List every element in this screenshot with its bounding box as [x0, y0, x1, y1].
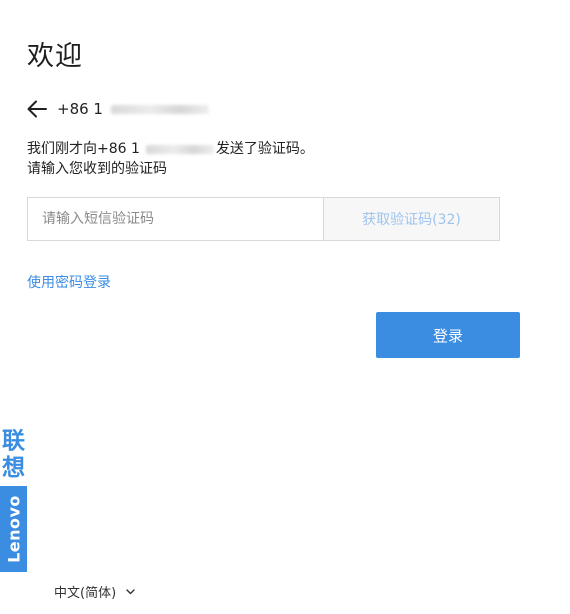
lenovo-logo: 联想 Lenovo	[0, 428, 27, 572]
message-suffix: 发送了验证码。	[215, 141, 314, 157]
message-line-2: 请输入您收到的验证码	[27, 161, 167, 177]
masked-phone-digits	[145, 144, 214, 154]
use-password-login-link[interactable]: 使用密码登录	[27, 272, 111, 292]
login-button[interactable]: 登录	[376, 312, 520, 358]
verification-message: 我们刚才向+86 1 发送了验证码。 请输入您收到的验证码	[27, 139, 314, 179]
page-title: 欢迎	[27, 41, 83, 72]
get-code-button[interactable]: 获取验证码(32)	[323, 197, 500, 241]
arrow-left-icon[interactable]	[27, 98, 49, 120]
verification-code-row: 获取验证码(32)	[27, 197, 500, 241]
phone-number: +86 1	[57, 100, 103, 118]
message-line-1: 我们刚才向+86 1 发送了验证码。	[27, 139, 314, 159]
brand-english: Lenovo	[4, 495, 23, 563]
language-label: 中文(简体)	[54, 586, 117, 601]
identity-row: +86 1	[27, 96, 209, 122]
brand-chinese: 联想	[2, 428, 25, 481]
chevron-down-icon	[126, 587, 135, 596]
brand-english-box: Lenovo	[0, 486, 27, 572]
login-page: 欢迎 +86 1 我们刚才向+86 1 发送了验证码。 请输入您收到的验证码 获…	[0, 0, 570, 614]
verification-code-input[interactable]	[27, 197, 323, 241]
language-selector[interactable]: 中文(简体)	[54, 582, 135, 601]
masked-phone-digits	[110, 104, 209, 114]
message-prefix: 我们刚才向+86 1	[27, 141, 140, 157]
